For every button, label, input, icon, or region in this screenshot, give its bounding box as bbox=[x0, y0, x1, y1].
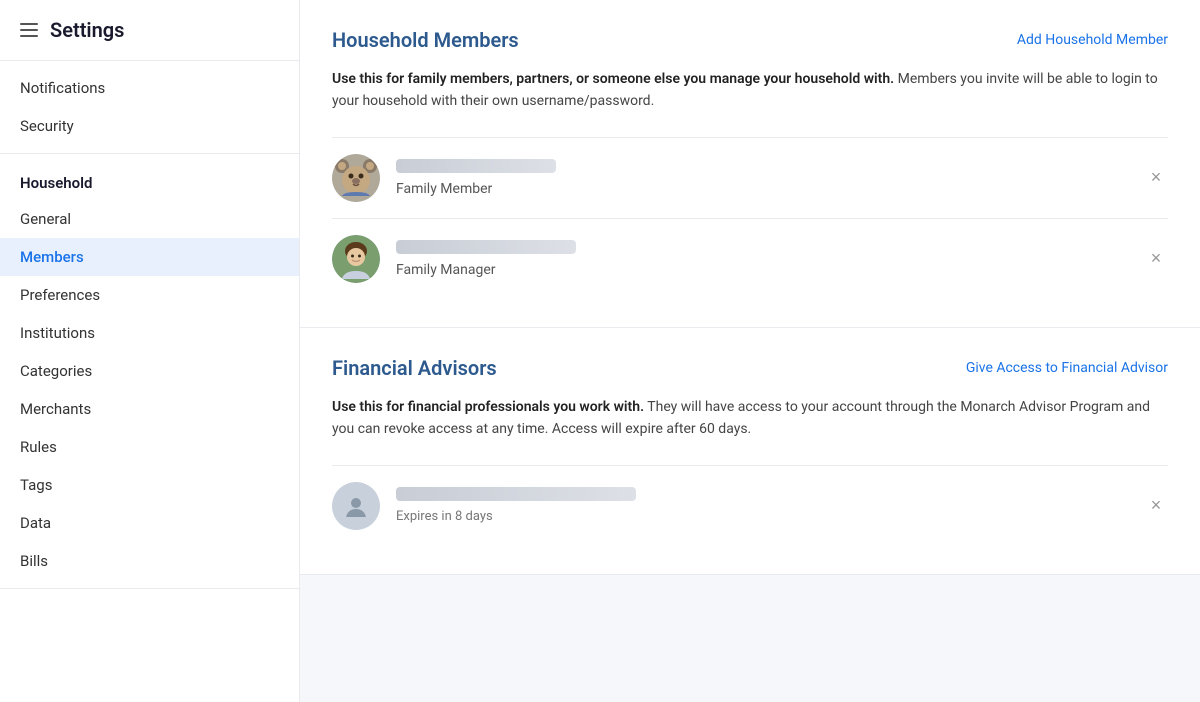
member-list: Family Member × bbox=[332, 137, 1168, 299]
remove-member-button[interactable]: × bbox=[1144, 247, 1168, 271]
financial-advisors-title: Financial Advisors bbox=[332, 356, 497, 380]
sidebar-item-categories[interactable]: Categories bbox=[0, 352, 299, 390]
household-members-header: Household Members Add Household Member bbox=[332, 28, 1168, 52]
member-info: Family Member bbox=[396, 159, 1144, 197]
add-household-member-button[interactable]: Add Household Member bbox=[1017, 32, 1168, 48]
menu-icon[interactable] bbox=[20, 23, 38, 37]
sidebar-item-members[interactable]: Members bbox=[0, 238, 299, 276]
household-members-section: Household Members Add Household Member U… bbox=[300, 0, 1200, 328]
top-nav-section: Notifications Security bbox=[0, 61, 299, 154]
member-name-blurred bbox=[396, 159, 556, 173]
household-members-description: Use this for family members, partners, o… bbox=[332, 68, 1168, 113]
household-nav-section: Household General Members Preferences In… bbox=[0, 154, 299, 589]
main-content: Household Members Add Household Member U… bbox=[300, 0, 1200, 702]
avatar bbox=[332, 154, 380, 202]
give-access-advisor-button[interactable]: Give Access to Financial Advisor bbox=[966, 360, 1168, 376]
sidebar-item-merchants[interactable]: Merchants bbox=[0, 390, 299, 428]
sidebar-header: Settings bbox=[0, 0, 299, 61]
financial-advisors-section: Financial Advisors Give Access to Financ… bbox=[300, 328, 1200, 575]
sidebar-item-institutions[interactable]: Institutions bbox=[0, 314, 299, 352]
member-role: Family Member bbox=[396, 181, 1144, 197]
description-bold: Use this for family members, partners, o… bbox=[332, 71, 894, 87]
sidebar-item-data[interactable]: Data bbox=[0, 504, 299, 542]
sidebar-item-general[interactable]: General bbox=[0, 200, 299, 238]
advisor-list: Expires in 8 days × bbox=[332, 465, 1168, 546]
sidebar-item-notifications[interactable]: Notifications bbox=[0, 69, 299, 107]
advisor-expires: Expires in 8 days bbox=[396, 509, 1144, 524]
financial-advisors-header: Financial Advisors Give Access to Financ… bbox=[332, 356, 1168, 380]
member-name-blurred bbox=[396, 240, 576, 254]
table-row: Family Member × bbox=[332, 137, 1168, 218]
page-title: Settings bbox=[50, 18, 124, 42]
sidebar-item-preferences[interactable]: Preferences bbox=[0, 276, 299, 314]
advisor-info: Expires in 8 days bbox=[396, 487, 1144, 524]
sidebar-item-security[interactable]: Security bbox=[0, 107, 299, 145]
member-role: Family Manager bbox=[396, 262, 1144, 278]
sidebar-item-rules[interactable]: Rules bbox=[0, 428, 299, 466]
sidebar-item-tags[interactable]: Tags bbox=[0, 466, 299, 504]
avatar bbox=[332, 235, 380, 283]
member-info: Family Manager bbox=[396, 240, 1144, 278]
financial-advisors-description: Use this for financial professionals you… bbox=[332, 396, 1168, 441]
sidebar: Settings Notifications Security Househol… bbox=[0, 0, 300, 702]
advisor-name-blurred bbox=[396, 487, 636, 501]
sidebar-item-bills[interactable]: Bills bbox=[0, 542, 299, 580]
table-row: Family Manager × bbox=[332, 218, 1168, 299]
avatar bbox=[332, 482, 380, 530]
table-row: Expires in 8 days × bbox=[332, 465, 1168, 546]
remove-advisor-button[interactable]: × bbox=[1144, 494, 1168, 518]
household-section-label: Household bbox=[0, 162, 299, 200]
household-members-title: Household Members bbox=[332, 28, 519, 52]
description-bold-advisors: Use this for financial professionals you… bbox=[332, 399, 644, 415]
remove-member-button[interactable]: × bbox=[1144, 166, 1168, 190]
